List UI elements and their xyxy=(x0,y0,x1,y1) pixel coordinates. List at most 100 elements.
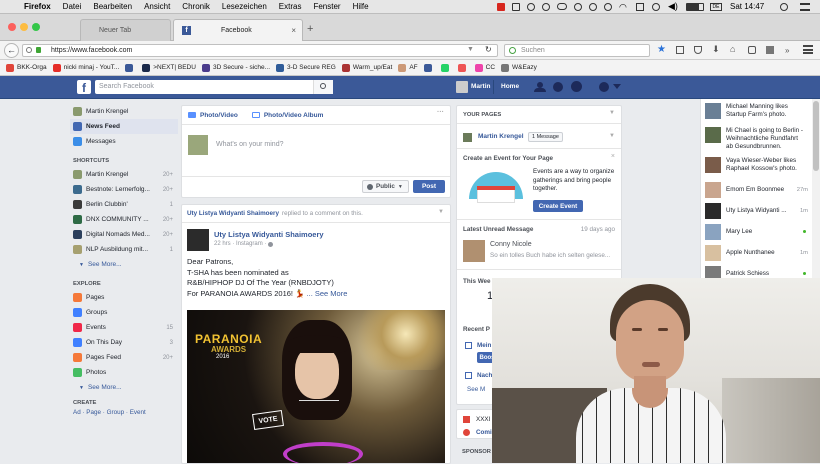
page-avatar[interactable] xyxy=(463,133,472,142)
more-icon[interactable]: ··· xyxy=(437,109,444,116)
messages-icon[interactable] xyxy=(553,82,563,92)
nav-item[interactable]: Messages xyxy=(73,134,175,149)
battery-icon[interactable] xyxy=(686,3,704,11)
timer-icon[interactable] xyxy=(574,3,582,11)
search-engine-icon[interactable] xyxy=(509,47,516,54)
create-event-button[interactable]: Create Event xyxy=(533,200,583,212)
story-image[interactable]: PARANOIA AWARDS 2016 VOTE xyxy=(187,310,445,463)
pocket-icon[interactable] xyxy=(694,46,702,54)
bookmark-item[interactable]: 3-D Secure REG xyxy=(276,63,336,72)
nav-item[interactable]: Events 15 xyxy=(73,320,175,335)
overflow-icon[interactable]: » xyxy=(785,46,789,55)
reader-icon[interactable] xyxy=(676,46,684,54)
volume-icon[interactable]: ◀) xyxy=(668,1,678,12)
cloud-icon[interactable] xyxy=(557,3,567,10)
download-icon[interactable]: ⬇ xyxy=(712,44,720,55)
notification-icon[interactable] xyxy=(800,3,810,11)
bookmark-item[interactable]: CC xyxy=(474,63,495,72)
clock[interactable]: Sat 14:47 xyxy=(730,2,764,11)
chevron-down-icon[interactable]: ▼ xyxy=(438,209,444,215)
spotlight-icon[interactable] xyxy=(780,3,788,11)
bookmark-item[interactable]: nicki minaj - YouT... xyxy=(52,63,119,72)
chat-item[interactable]: Vaya Wieser-Weber likes Raphael Kossow's… xyxy=(705,155,812,179)
nav-item[interactable]: Pages Feed 20+ xyxy=(73,350,175,365)
status-input[interactable]: What's on your mind? xyxy=(216,141,283,148)
bookmark-item[interactable]: 3D Secure - siche... xyxy=(201,63,270,72)
bookmark-item[interactable]: W&Eazy xyxy=(501,63,537,72)
nav-item[interactable]: Berlin Clubbin' 1 xyxy=(73,197,175,212)
nav-item[interactable]: Bestnote: Lernerfolg... 20+ xyxy=(73,182,175,197)
menu-item[interactable]: Bearbeiten xyxy=(93,2,132,11)
menu-icon[interactable] xyxy=(803,45,813,54)
bluetooth-icon[interactable] xyxy=(652,3,660,11)
menu-item[interactable]: Fenster xyxy=(313,2,340,11)
bookmark-item[interactable]: >NEXT| BEDU xyxy=(142,63,196,72)
tab-photo-video[interactable]: Photo/Video xyxy=(200,112,238,119)
latest-message-text[interactable]: So ein tolles Buch habe ich selten geles… xyxy=(490,252,610,259)
menu-item[interactable]: Lesezeichen xyxy=(222,2,267,11)
menu-item[interactable]: Chronik xyxy=(182,2,210,11)
no-icon[interactable] xyxy=(589,3,597,11)
dropdown-icon[interactable]: ▼ xyxy=(467,46,474,53)
tab-facebook[interactable]: f Facebook × xyxy=(173,19,303,41)
new-tab-icon[interactable]: + xyxy=(307,23,313,35)
history-icon[interactable] xyxy=(604,3,612,11)
chevron-down-icon[interactable]: ▼ xyxy=(609,110,615,116)
close-window-icon[interactable] xyxy=(8,23,16,31)
chat-item[interactable]: Michael Manning likes Startup Farm's pho… xyxy=(705,101,812,125)
avatar[interactable] xyxy=(187,229,209,251)
bookmark-item[interactable]: BKK-Orga xyxy=(6,63,47,72)
story-header-name[interactable]: Uty Listya Widyanti Shaimoery xyxy=(187,210,279,217)
menu-item[interactable]: Hilfe xyxy=(353,2,369,11)
bookmark-item[interactable] xyxy=(423,63,435,72)
bookmark-item[interactable] xyxy=(440,63,452,72)
page-name[interactable]: Martin Krengel xyxy=(478,133,524,140)
story-see-more[interactable]: ... See More xyxy=(307,289,348,298)
profile-link[interactable]: Martin xyxy=(471,83,491,90)
bookmark-item[interactable]: Warm_up/Eat xyxy=(341,63,392,72)
story-author[interactable]: Uty Listya Widyanti Shaimoery xyxy=(214,230,324,239)
chat-item[interactable]: Emom Em Boonmee 27m xyxy=(705,179,812,200)
see-more-link[interactable]: ▼ See More... xyxy=(73,257,175,272)
home-link[interactable]: Home xyxy=(501,83,519,90)
avatar[interactable] xyxy=(456,81,468,93)
nav-item[interactable]: DNX COMMUNITY ... 20+ xyxy=(73,212,175,227)
bookmark-item[interactable]: AF xyxy=(398,63,418,72)
app-menu[interactable]: Firefox xyxy=(24,2,51,11)
see-more-link[interactable]: See M xyxy=(467,386,485,393)
recent-post-link-2[interactable]: Nach xyxy=(477,372,492,379)
app-icon-1[interactable] xyxy=(512,3,520,11)
close-icon[interactable]: × xyxy=(611,153,615,160)
chat-item[interactable]: Uty Listya Widyanti ... 1m xyxy=(705,200,812,221)
extension-icon-1[interactable] xyxy=(748,46,756,54)
see-more-link-2[interactable]: ▼ See More... xyxy=(73,380,175,395)
facebook-logo-icon[interactable]: f xyxy=(77,80,91,95)
record-icon[interactable] xyxy=(497,3,505,11)
wifi-icon[interactable]: ◠ xyxy=(619,2,627,13)
bookmark-star-icon[interactable]: ★ xyxy=(657,44,666,55)
app-icon-2[interactable] xyxy=(527,3,535,11)
post-button[interactable]: Post xyxy=(413,180,445,193)
help-icon[interactable] xyxy=(599,82,609,92)
chevron-down-icon[interactable] xyxy=(613,84,621,89)
story-meta[interactable]: 22 hrs · Instagram · xyxy=(214,241,266,247)
nav-item[interactable]: NLP Ausbildung mit... 1 xyxy=(73,242,175,257)
avatar[interactable] xyxy=(463,240,485,262)
friend-requests-icon[interactable] xyxy=(534,82,546,92)
flag-icon[interactable]: DE xyxy=(710,3,722,11)
zoom-window-icon[interactable] xyxy=(32,23,40,31)
latest-message-name[interactable]: Conny Nicole xyxy=(490,241,532,248)
chat-item[interactable]: Mary Lee xyxy=(705,221,812,242)
url-field[interactable]: https://www.facebook.com ▼ ↻ xyxy=(22,44,498,57)
url-text[interactable]: https://www.facebook.com xyxy=(51,47,132,54)
search-field[interactable]: Suchen xyxy=(504,44,650,57)
minimize-window-icon[interactable] xyxy=(20,23,28,31)
nav-item[interactable]: News Feed xyxy=(70,119,178,134)
nav-item[interactable]: Martin Krengel 20+ xyxy=(73,167,175,182)
nav-item[interactable]: Pages xyxy=(73,290,175,305)
scrollbar-thumb[interactable] xyxy=(813,101,819,171)
app-icon-3[interactable] xyxy=(542,3,550,11)
tab-new-tab[interactable]: Neuer Tab xyxy=(80,19,171,41)
create-links[interactable]: Ad · Page · Group · Event xyxy=(73,409,175,416)
chevron-down-icon[interactable]: ▼ xyxy=(609,133,615,139)
